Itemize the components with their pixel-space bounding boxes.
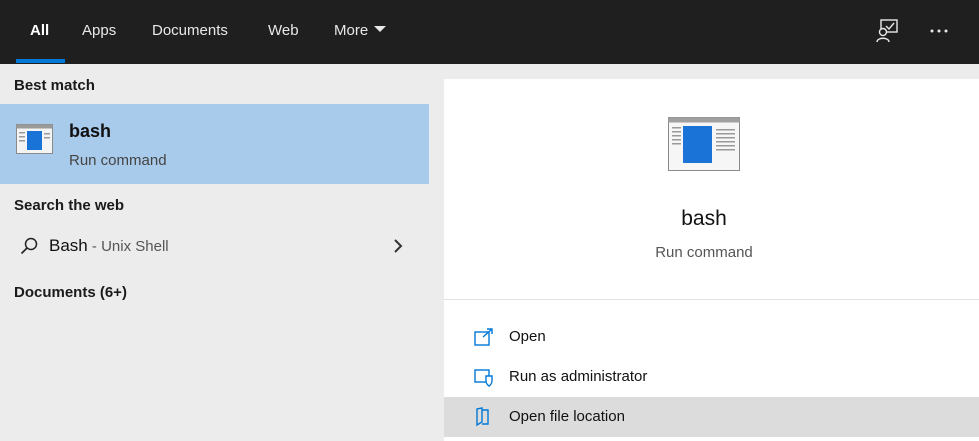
preview-title: bash bbox=[681, 207, 727, 230]
run-command-large-icon bbox=[668, 117, 740, 171]
tab-documents[interactable]: Documents bbox=[152, 0, 228, 64]
preview-panel: bash Run command Open Run as administrat… bbox=[444, 79, 979, 441]
open-file-location-label: Open file location bbox=[509, 408, 625, 425]
search-icon bbox=[20, 237, 38, 255]
best-match-title: bash bbox=[69, 121, 112, 141]
best-match-subtitle: Run command bbox=[69, 152, 167, 169]
active-tab-indicator bbox=[16, 59, 65, 63]
feedback-icon[interactable] bbox=[874, 18, 900, 44]
preview-subtitle: Run command bbox=[655, 244, 753, 261]
open-action-label: Open bbox=[509, 328, 546, 345]
open-icon bbox=[474, 328, 493, 346]
folder-location-icon bbox=[476, 407, 489, 427]
documents-header[interactable]: Documents (6+) bbox=[14, 284, 127, 301]
tab-more[interactable]: More bbox=[334, 0, 387, 64]
chevron-right-icon[interactable] bbox=[392, 238, 404, 254]
tab-all[interactable]: All bbox=[30, 0, 49, 64]
run-as-admin-label: Run as administrator bbox=[509, 368, 648, 385]
more-options-icon[interactable] bbox=[926, 18, 952, 44]
tab-more-label: More bbox=[334, 22, 369, 39]
open-action[interactable]: Open bbox=[444, 317, 979, 357]
open-file-location-action[interactable]: Open file location bbox=[444, 397, 979, 437]
run-command-app-icon bbox=[16, 124, 53, 154]
search-tab-bar: All Apps Documents Web More bbox=[0, 0, 979, 64]
shield-icon bbox=[474, 369, 493, 387]
web-result-suffix: - Unix Shell bbox=[87, 238, 169, 255]
chevron-down-icon bbox=[374, 26, 387, 33]
best-match-header: Best match bbox=[14, 77, 95, 94]
web-result-label: Bash - Unix Shell bbox=[49, 236, 169, 256]
run-as-admin-action[interactable]: Run as administrator bbox=[444, 357, 979, 397]
web-result-item[interactable]: Bash - Unix Shell bbox=[0, 226, 429, 266]
tab-web[interactable]: Web bbox=[268, 0, 299, 64]
divider bbox=[444, 299, 979, 300]
web-result-query: Bash bbox=[49, 236, 88, 255]
best-match-item[interactable]: bash Run command bbox=[0, 104, 429, 184]
results-panel: Best match bash Run command Search the w… bbox=[0, 64, 429, 441]
tab-apps[interactable]: Apps bbox=[82, 0, 116, 64]
search-web-header: Search the web bbox=[14, 197, 125, 214]
